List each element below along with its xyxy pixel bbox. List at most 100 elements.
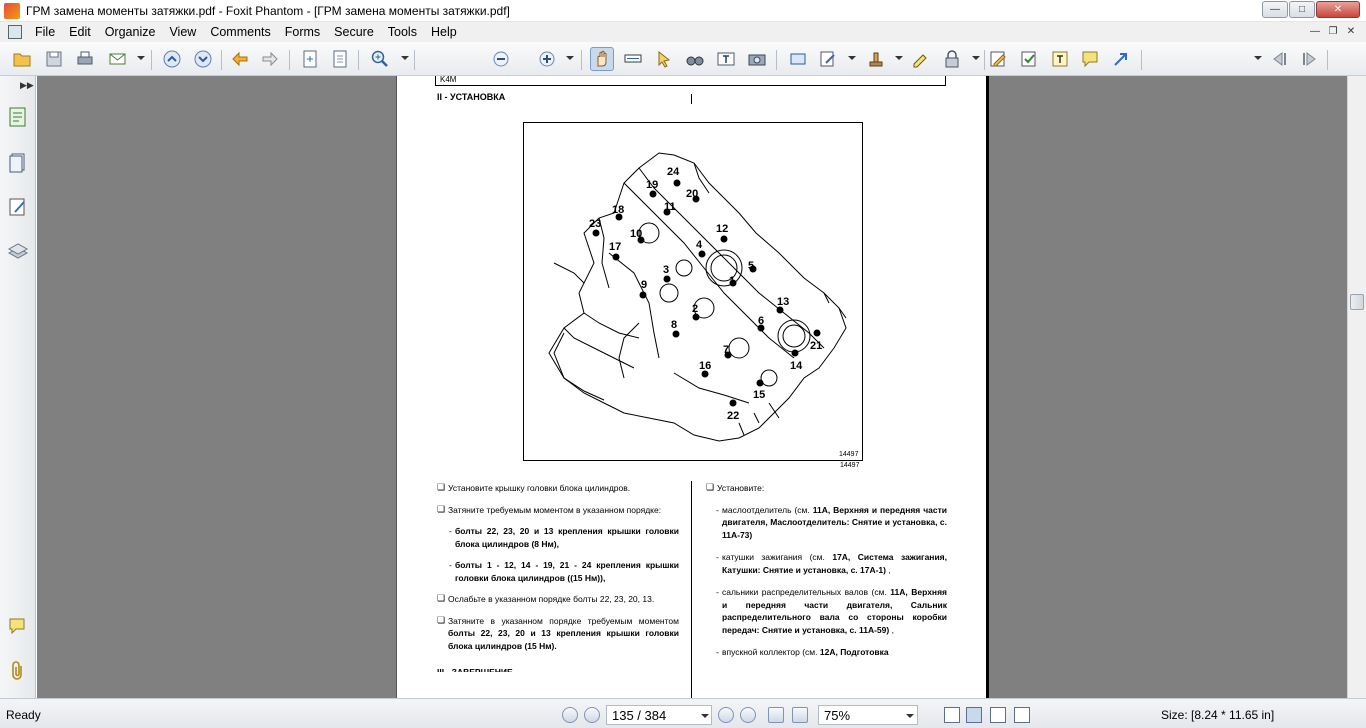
annotations-panel-icon[interactable] (7, 196, 29, 218)
doc-close-button[interactable]: ✕ (1342, 24, 1360, 40)
menu-edit[interactable]: Edit (62, 22, 98, 42)
document-viewport[interactable]: K4M II - УСТАНОВКА 24 19 20 18 11 23 10 … (37, 76, 1347, 698)
insert-page-icon[interactable] (298, 47, 322, 71)
email-dropdown-icon[interactable] (137, 56, 145, 62)
instruction-paragraph: ❏ Ослабьте в указанном порядке болты 22, … (437, 593, 655, 604)
single-page-view-icon[interactable] (944, 707, 960, 723)
forward-arrow-icon[interactable] (258, 47, 282, 71)
find-next-icon[interactable] (1297, 47, 1321, 71)
maximize-button[interactable]: □ (1289, 1, 1315, 18)
open-folder-icon[interactable] (10, 47, 34, 71)
navigation-panel: ▶▶ (0, 76, 36, 698)
instruction-subitem: - катушки зажигания (см. 17A, Система заж… (716, 552, 947, 575)
zoom-in-circle-icon[interactable] (535, 47, 559, 71)
select-annotation-icon[interactable] (652, 47, 676, 71)
menu-organize[interactable]: Organize (98, 22, 163, 42)
next-page-icon[interactable] (191, 47, 215, 71)
zoom-out-circle-icon[interactable] (489, 47, 513, 71)
menu-secure[interactable]: Secure (327, 22, 381, 42)
find-dropdown-icon[interactable] (1254, 56, 1262, 62)
bookmarks-icon[interactable] (7, 106, 29, 128)
menu-tools[interactable]: Tools (381, 22, 424, 42)
status-previous-page-icon[interactable] (584, 707, 600, 723)
doc-minimize-button[interactable]: — (1306, 24, 1324, 40)
instructions-left-column: ❏ Установите крышку головки блока цилиндр… (437, 482, 679, 672)
menu-file[interactable]: File (28, 22, 62, 42)
extract-page-icon[interactable] (328, 47, 352, 71)
zoom-dropdown-icon[interactable] (401, 56, 409, 62)
previous-page-icon[interactable] (160, 47, 184, 71)
form-dropdown-icon[interactable] (848, 56, 856, 62)
pencil-edit-icon[interactable] (986, 47, 1010, 71)
snapshot-camera-icon[interactable] (745, 47, 769, 71)
email-icon[interactable] (106, 47, 130, 71)
continuous-view-icon[interactable] (966, 707, 982, 723)
stamp-icon[interactable] (864, 47, 888, 71)
select-text-icon[interactable] (621, 47, 645, 71)
attachments-paperclip-icon[interactable] (7, 660, 29, 682)
stamp-dropdown-icon[interactable] (895, 56, 903, 62)
status-back-icon[interactable] (768, 707, 784, 723)
check-edit-icon[interactable] (1017, 47, 1041, 71)
first-page-icon[interactable] (562, 707, 578, 723)
document-menu-icon[interactable] (8, 25, 22, 39)
typewriter-icon[interactable] (714, 47, 738, 71)
checkbox-bullet-icon: ❏ (437, 503, 446, 514)
menu-help[interactable]: Help (424, 22, 464, 42)
comments-panel-icon[interactable] (7, 616, 29, 638)
vertical-scrollbar[interactable] (1347, 76, 1366, 698)
instruction-paragraph: ❏ Затяните требуемым моментом в указанном… (437, 503, 662, 515)
toolbar-separator (414, 50, 415, 70)
continuous-facing-view-icon[interactable] (1014, 707, 1030, 723)
save-icon[interactable] (42, 47, 66, 71)
toolbar-separator (151, 50, 152, 70)
layers-icon[interactable] (7, 240, 29, 262)
close-button[interactable]: ✕ (1316, 1, 1360, 18)
menu-view[interactable]: View (162, 22, 203, 42)
instructions-right-column: ❏ Установите: - маслоотделитель (см. 11A, … (706, 482, 947, 669)
page-number-field[interactable]: 135 / 384 (606, 705, 712, 725)
security-dropdown-icon[interactable] (972, 56, 980, 62)
menu-forms[interactable]: Forms (278, 22, 327, 42)
arrow-tool-icon[interactable] (1109, 47, 1133, 71)
form-edit-icon[interactable] (816, 47, 840, 71)
instruction-paragraph: ❏ Установите: (706, 482, 765, 493)
checkbox-bullet-icon: ❏ (437, 593, 446, 603)
status-next-page-icon[interactable] (718, 707, 734, 723)
note-comment-icon[interactable] (1078, 47, 1102, 71)
panel-expand-icon[interactable]: ▶▶ (20, 80, 34, 91)
doc-restore-button[interactable]: ❐ (1324, 24, 1342, 40)
svg-text:10: 10 (630, 228, 642, 240)
highlight-tool-icon[interactable] (909, 47, 933, 71)
toolbar-separator (776, 50, 777, 70)
rectangle-tool-icon[interactable] (786, 47, 810, 71)
status-forward-icon[interactable] (792, 707, 808, 723)
svg-text:23: 23 (589, 218, 601, 230)
status-text: Ready (6, 708, 41, 722)
zoom-in-icon[interactable] (368, 47, 392, 71)
svg-text:24: 24 (667, 166, 680, 178)
instruction-subitem: - сальники распределительных валов (см. 1… (716, 587, 947, 635)
page-dropdown-icon[interactable] (701, 714, 709, 718)
find-previous-icon[interactable] (1268, 47, 1292, 71)
facing-view-icon[interactable] (990, 707, 1006, 723)
instruction-paragraph: ❏ Затяните в указанном порядке требуемым … (437, 614, 679, 651)
zoom-level-dropdown-icon[interactable] (566, 56, 574, 62)
text-box-icon[interactable] (1048, 47, 1072, 71)
lock-security-icon[interactable] (940, 47, 964, 71)
print-icon[interactable] (73, 47, 97, 71)
svg-text:16: 16 (699, 360, 711, 372)
pages-thumbnails-icon[interactable] (7, 152, 29, 174)
cylinder-head-cover-drawing: 24 19 20 18 11 23 10 12 17 4 3 5 1 9 13 … (548, 152, 847, 442)
last-page-icon[interactable] (740, 707, 756, 723)
zoom-level-field[interactable]: 75% (818, 705, 918, 725)
back-arrow-icon[interactable] (228, 47, 252, 71)
checkbox-bullet-icon: ❏ (437, 614, 446, 625)
zoom-level-dropdown-icon[interactable] (906, 714, 914, 718)
scrollbar-thumb[interactable] (1350, 294, 1364, 310)
minimize-button[interactable]: — (1262, 1, 1288, 18)
menu-comments[interactable]: Comments (203, 22, 277, 42)
checkbox-bullet-icon: ❏ (437, 482, 446, 492)
binoculars-icon[interactable] (683, 47, 707, 71)
hand-tool-icon[interactable] (590, 47, 614, 71)
